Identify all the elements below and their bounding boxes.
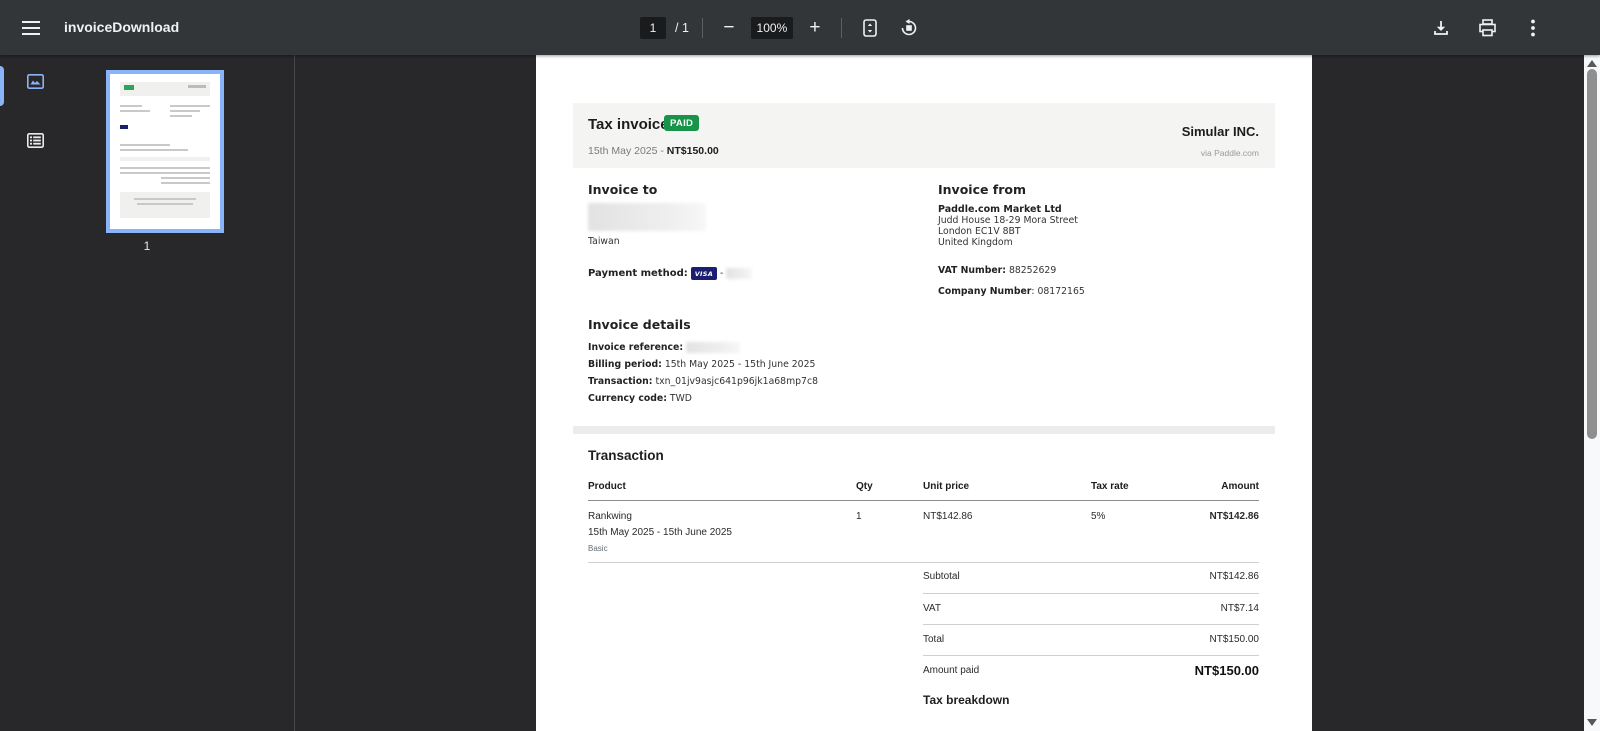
page-thumbnail[interactable] bbox=[106, 70, 224, 233]
subtotal-row: Subtotal NT$142.86 bbox=[923, 571, 1259, 582]
vat-row: VAT NT$7.14 bbox=[923, 603, 1259, 614]
col-header-product: Product bbox=[588, 481, 626, 492]
paid-status-badge: PAID bbox=[664, 115, 700, 131]
amount-paid-row: Amount paid NT$150.00 bbox=[923, 663, 1259, 678]
row-plan-tier: Basic bbox=[588, 544, 608, 553]
pdf-toolbar: invoiceDownload / 1 − + bbox=[0, 0, 1600, 55]
scrollbar-thumb[interactable] bbox=[1587, 69, 1597, 439]
seller-address: Paddle.com Market Ltd Judd House 18-29 M… bbox=[938, 204, 1078, 248]
document-title: invoiceDownload bbox=[64, 19, 180, 35]
col-header-unit-price: Unit price bbox=[923, 481, 970, 492]
row-amount: NT$142.86 bbox=[1209, 511, 1259, 522]
scroll-down-icon[interactable] bbox=[1587, 719, 1597, 726]
table-header-rule bbox=[588, 500, 1259, 501]
transaction-heading: Transaction bbox=[588, 448, 664, 463]
company-number-line: Company Number: 08172165 bbox=[938, 286, 1085, 297]
invoice-to-heading: Invoice to bbox=[588, 182, 658, 197]
tax-breakdown-heading: Tax breakdown bbox=[923, 693, 1010, 707]
invoice-from-heading: Invoice from bbox=[938, 182, 1027, 197]
payment-method-line: Payment method: VISA - bbox=[588, 267, 753, 280]
page-number-input[interactable] bbox=[640, 16, 666, 39]
redacted-customer-name bbox=[588, 203, 706, 231]
active-view-indicator bbox=[0, 66, 4, 106]
row-period: 15th May 2025 - 15th June 2025 bbox=[588, 527, 732, 538]
pdf-viewer-area: 1 Tax invoice PAID 15th May 2025 - NT$15… bbox=[0, 55, 1600, 731]
currency-code-line: Currency code: TWD bbox=[588, 393, 692, 404]
customer-country: Taiwan bbox=[588, 236, 620, 247]
zoom-out-button[interactable]: − bbox=[716, 15, 742, 41]
redacted-card-digits bbox=[726, 268, 753, 279]
row-unit-price: NT$142.86 bbox=[923, 511, 973, 522]
more-options-icon[interactable] bbox=[1518, 13, 1548, 43]
zoom-in-button[interactable]: + bbox=[802, 15, 828, 41]
toolbar-right-actions bbox=[1426, 0, 1548, 55]
total-row: Total NT$150.00 bbox=[923, 634, 1259, 645]
totals-rule bbox=[923, 655, 1259, 656]
page-count-label: / 1 bbox=[675, 20, 689, 35]
table-row-rule bbox=[588, 562, 1259, 563]
section-divider-band bbox=[573, 426, 1275, 434]
pdf-page: Tax invoice PAID 15th May 2025 - NT$150.… bbox=[536, 55, 1312, 731]
row-qty: 1 bbox=[856, 511, 862, 522]
page-zoom-controls: / 1 − + bbox=[640, 0, 924, 55]
document-outline-icon[interactable] bbox=[22, 127, 48, 153]
redacted-invoice-reference bbox=[686, 342, 741, 353]
fit-to-page-icon[interactable] bbox=[855, 13, 885, 43]
invoice-title: Tax invoice bbox=[588, 116, 669, 133]
row-product: Rankwing bbox=[588, 511, 632, 522]
sidebar-divider bbox=[294, 55, 295, 731]
totals-rule bbox=[923, 593, 1259, 594]
page-thumbnail-preview bbox=[110, 74, 220, 229]
invoice-date-amount: 15th May 2025 - NT$150.00 bbox=[588, 145, 719, 157]
col-header-tax-rate: Tax rate bbox=[1091, 481, 1129, 492]
print-icon[interactable] bbox=[1472, 13, 1502, 43]
row-tax-rate: 5% bbox=[1091, 511, 1106, 522]
via-paddle-label: via Paddle.com bbox=[1200, 148, 1259, 158]
col-header-amount: Amount bbox=[1221, 481, 1259, 492]
thumbnail-sidebar: 1 bbox=[0, 55, 294, 731]
visa-card-icon: VISA bbox=[690, 267, 718, 280]
thumbnail-page-number: 1 bbox=[143, 239, 151, 253]
transaction-id-line: Transaction: txn_01jv9asjc641p96jk1a68mp… bbox=[588, 376, 818, 387]
thumbnails-view-icon[interactable] bbox=[22, 68, 48, 94]
invoice-reference-line: Invoice reference: bbox=[588, 342, 741, 353]
col-header-qty: Qty bbox=[856, 481, 873, 492]
billing-period-line: Billing period: 15th May 2025 - 15th Jun… bbox=[588, 359, 816, 370]
vat-number-line: VAT Number: 88252629 bbox=[938, 265, 1057, 276]
zoom-level-input[interactable] bbox=[750, 16, 793, 39]
totals-rule bbox=[923, 624, 1259, 625]
scroll-up-icon[interactable] bbox=[1587, 60, 1597, 67]
seller-name: Simular INC. bbox=[1181, 124, 1259, 139]
vertical-scrollbar[interactable] bbox=[1584, 55, 1600, 731]
toolbar-divider bbox=[701, 17, 703, 38]
download-icon[interactable] bbox=[1426, 13, 1456, 43]
invoice-header-band bbox=[573, 103, 1275, 168]
rotate-icon[interactable] bbox=[894, 13, 924, 43]
menu-icon[interactable] bbox=[16, 13, 46, 43]
invoice-details-heading: Invoice details bbox=[588, 317, 691, 332]
toolbar-divider bbox=[840, 17, 842, 38]
